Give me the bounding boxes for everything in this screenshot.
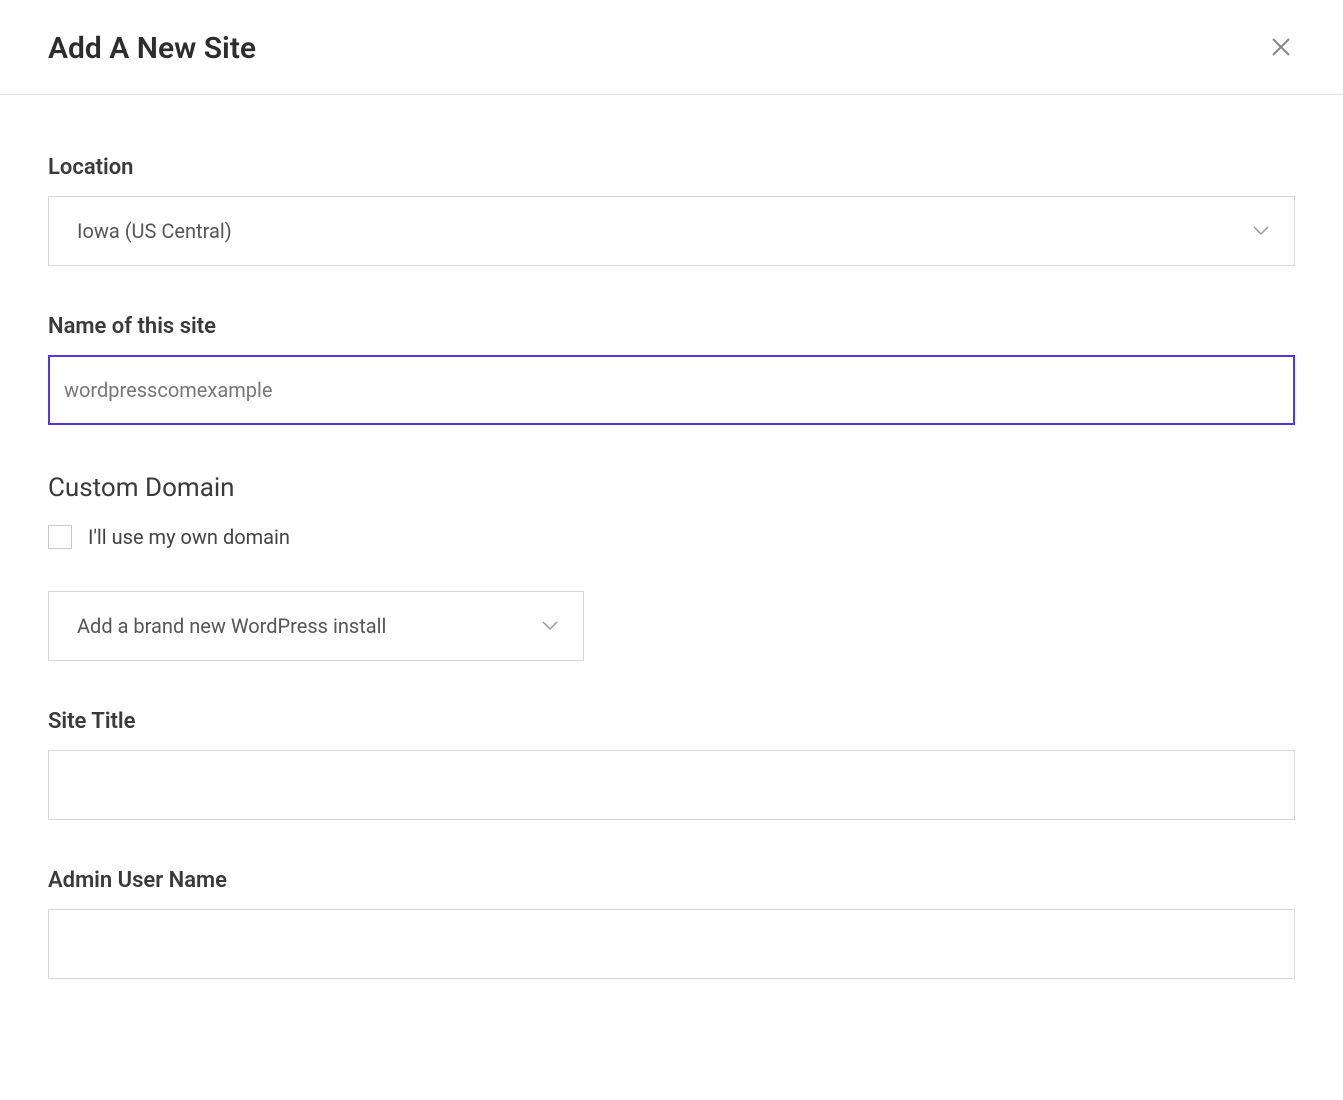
own-domain-checkbox-label: I'll use my own domain [88, 525, 290, 549]
location-value: Iowa (US Central) [77, 219, 232, 243]
install-type-value: Add a brand new WordPress install [77, 614, 386, 638]
modal-title: Add A New Site [48, 31, 256, 66]
close-icon [1271, 32, 1291, 63]
site-name-label: Name of this site [48, 314, 1295, 339]
admin-username-input[interactable] [48, 909, 1295, 979]
own-domain-checkbox[interactable] [48, 525, 72, 549]
admin-username-label: Admin User Name [48, 868, 1295, 893]
custom-domain-label: Custom Domain [48, 473, 1295, 503]
location-label: Location [48, 155, 1295, 180]
location-select[interactable]: Iowa (US Central) [48, 196, 1295, 266]
site-name-input[interactable] [48, 355, 1295, 425]
site-title-input[interactable] [48, 750, 1295, 820]
site-title-label: Site Title [48, 709, 1295, 734]
install-type-select[interactable]: Add a brand new WordPress install [48, 591, 584, 661]
close-button[interactable] [1267, 30, 1295, 66]
